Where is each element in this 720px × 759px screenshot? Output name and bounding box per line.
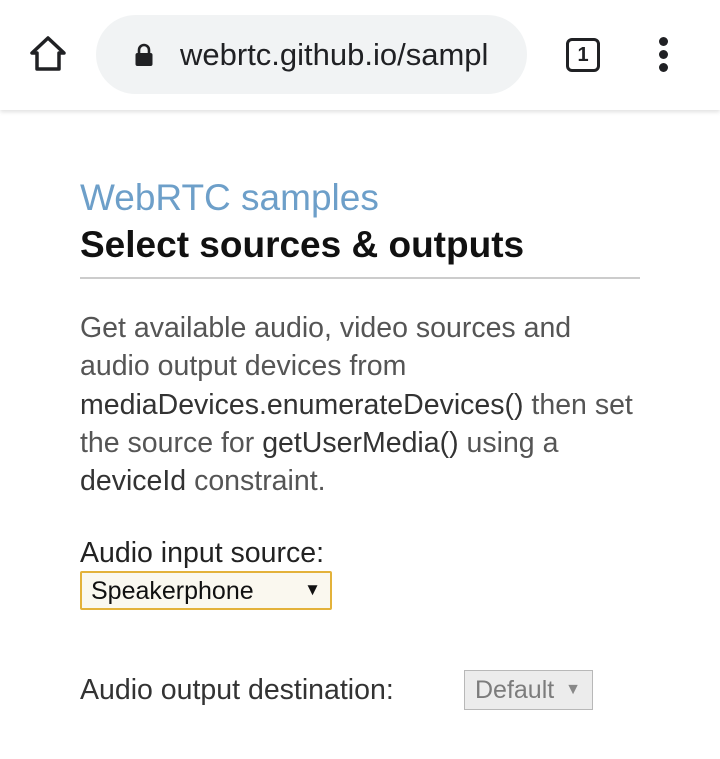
description-text: using a — [458, 426, 559, 459]
audio-input-select[interactable]: Speakerphone ▼ — [80, 571, 332, 610]
code-device-id: deviceId — [80, 465, 187, 498]
description: Get available audio, video sources and a… — [80, 309, 640, 500]
page-content: WebRTC samples Select sources & outputs … — [80, 175, 640, 529]
audio-input-label: Audio input source: — [80, 537, 324, 569]
description-text: Get available audio, video sources and a… — [80, 312, 572, 383]
page-title: Select sources & outputs — [80, 221, 640, 279]
home-icon — [30, 36, 66, 71]
description-text: constraint. — [186, 465, 326, 498]
url-text: webrtc.github.io/sampl — [180, 37, 489, 72]
more-menu-button[interactable] — [650, 35, 678, 75]
home-button[interactable] — [26, 32, 70, 76]
lock-icon — [135, 43, 153, 66]
tab-count: 1 — [577, 44, 589, 66]
dropdown-arrow-icon: ▼ — [565, 681, 581, 698]
tab-switcher-button[interactable]: 1 — [562, 35, 604, 75]
audio-input-selected: Speakerphone — [91, 577, 254, 605]
site-title-link[interactable]: WebRTC samples — [80, 175, 640, 221]
tab-switcher-icon: 1 — [566, 38, 600, 72]
dropdown-arrow-icon: ▼ — [304, 580, 321, 599]
audio-output-label: Audio output destination: — [80, 674, 394, 706]
browser-toolbar: webrtc.github.io/sampl 1 — [0, 0, 720, 110]
audio-output-selected: Default — [475, 676, 555, 704]
audio-output-select[interactable]: Default ▼ — [464, 670, 593, 710]
code-enumerate-devices: mediaDevices.enumerateDevices() — [80, 388, 524, 421]
address-bar[interactable]: webrtc.github.io/sampl — [96, 15, 527, 94]
code-get-user-media: getUserMedia() — [262, 426, 459, 459]
